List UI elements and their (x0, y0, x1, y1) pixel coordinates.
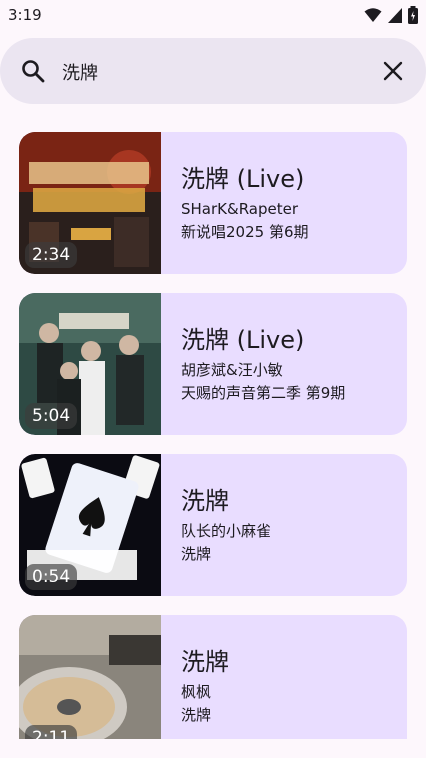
duration-badge: 0:54 (25, 564, 78, 590)
track-info: 洗牌 队长的小麻雀 洗牌 (181, 484, 397, 566)
track-info: 洗牌 枫枫 洗牌 (181, 645, 397, 727)
album-art: 0:54 (19, 454, 161, 596)
track-info: 洗牌 (Live) 胡彦斌&汪小敏 天赐的声音第二季 第9期 (181, 323, 397, 405)
album-name: 洗牌 (181, 545, 212, 563)
artist-name: 枫枫 (181, 683, 212, 701)
battery-icon (408, 6, 418, 24)
song-title: 洗牌 (Live) (181, 326, 305, 354)
song-title: 洗牌 (181, 648, 229, 676)
list-item[interactable]: 2:34 洗牌 (Live) SHarK&Rapeter 新说唱2025 第6期 (19, 132, 407, 274)
album-name: 新说唱2025 第6期 (181, 223, 309, 241)
list-item[interactable]: 2:11 洗牌 枫枫 洗牌 (19, 615, 407, 739)
album-art: 2:34 (19, 132, 161, 274)
album-art: 2:11 (19, 615, 161, 739)
list-item[interactable]: 5:04 洗牌 (Live) 胡彦斌&汪小敏 天赐的声音第二季 第9期 (19, 293, 407, 435)
album-name: 洗牌 (181, 706, 212, 724)
song-title: 洗牌 (Live) (181, 165, 305, 193)
search-input[interactable]: 洗牌 (62, 59, 98, 85)
song-title: 洗牌 (181, 487, 229, 515)
signal-icon (388, 7, 402, 23)
status-time: 3:19 (8, 6, 42, 24)
duration-badge: 2:34 (25, 242, 78, 268)
close-icon[interactable] (380, 58, 406, 88)
track-info: 洗牌 (Live) SHarK&Rapeter 新说唱2025 第6期 (181, 162, 397, 244)
status-icons (364, 6, 418, 24)
search-icon[interactable] (20, 58, 46, 88)
artist-name: 队长的小麻雀 (181, 522, 272, 540)
album-name: 天赐的声音第二季 第9期 (181, 384, 346, 402)
artist-name: 胡彦斌&汪小敏 (181, 361, 283, 379)
album-art: 5:04 (19, 293, 161, 435)
search-bar[interactable]: 洗牌 (0, 38, 426, 104)
duration-badge: 5:04 (25, 403, 78, 429)
list-item[interactable]: 0:54 洗牌 队长的小麻雀 洗牌 (19, 454, 407, 596)
artist-name: SHarK&Rapeter (181, 200, 299, 218)
duration-badge: 2:11 (25, 725, 78, 739)
status-bar: 3:19 (0, 0, 426, 30)
wifi-icon (364, 7, 382, 23)
